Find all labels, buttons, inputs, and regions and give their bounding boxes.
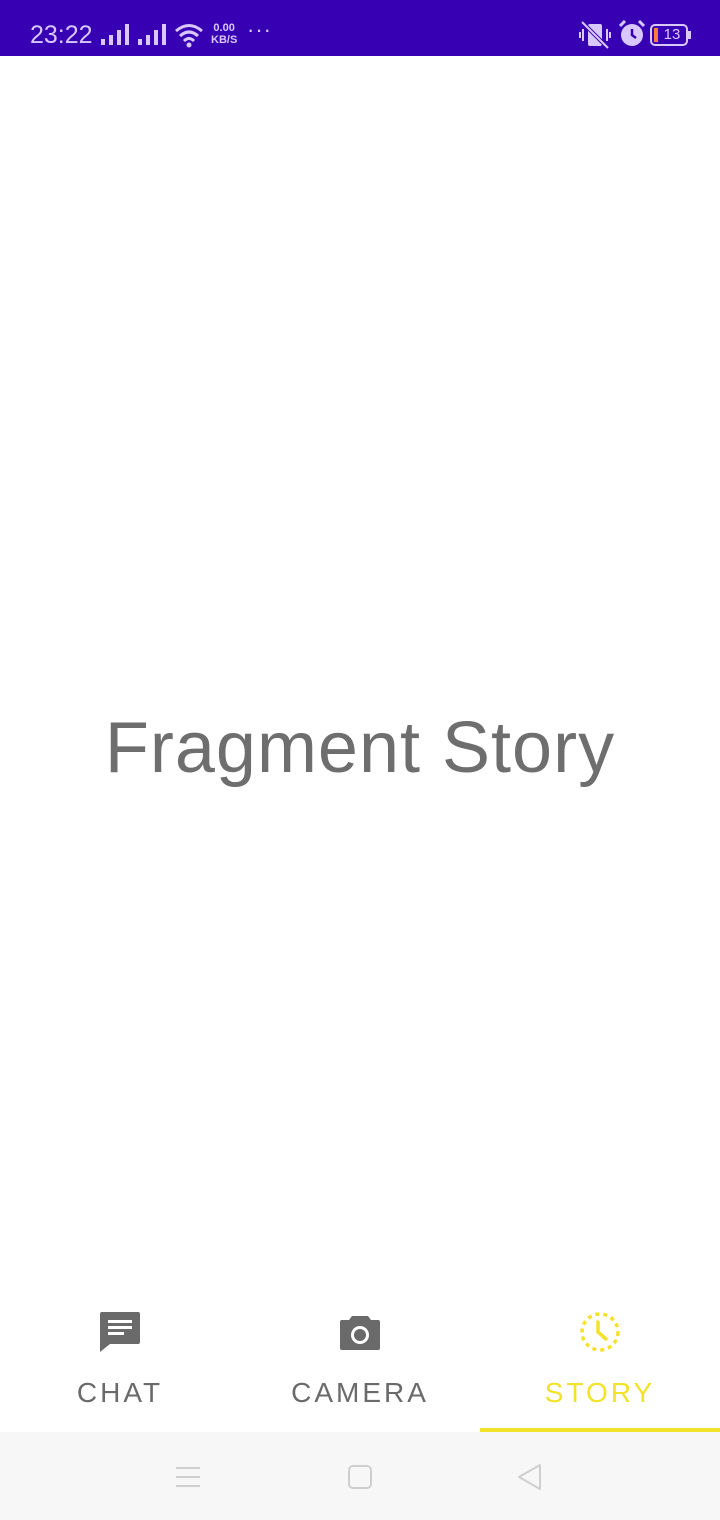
signal-icon: [101, 24, 129, 45]
network-speed-value: 0.00: [213, 22, 235, 34]
back-icon[interactable]: [515, 1462, 545, 1492]
network-speed-unit: KB/S: [211, 34, 238, 46]
tab-story[interactable]: STORY: [480, 1288, 720, 1432]
battery-level: 13: [663, 26, 681, 43]
camera-icon: [340, 1316, 380, 1350]
wifi-icon: [175, 24, 203, 48]
signal-icon: [138, 24, 166, 45]
story-icon: [580, 1312, 620, 1352]
menu-icon[interactable]: [173, 1462, 203, 1492]
fragment-container: Fragment Story: [0, 56, 720, 1288]
alarm-icon: [618, 20, 646, 46]
home-icon[interactable]: [345, 1462, 375, 1492]
chat-icon: [100, 1312, 140, 1352]
tab-story-label: STORY: [544, 1377, 656, 1408]
system-nav-bar: [0, 1432, 720, 1520]
fragment-title: Fragment Story: [104, 708, 616, 788]
more-notifications-icon: ···: [247, 17, 272, 42]
tab-camera-label: CAMERA: [291, 1377, 429, 1408]
tab-chat[interactable]: CHAT: [0, 1288, 240, 1432]
status-time: 23:22: [30, 21, 93, 49]
status-bar: 23:22 0.00 KB/S ··· 13: [0, 0, 720, 56]
tab-chat-label: CHAT: [76, 1377, 164, 1408]
tab-camera[interactable]: CAMERA: [240, 1288, 480, 1432]
network-speed: 0.00 KB/S: [211, 22, 237, 46]
bottom-tab-bar: CHAT CAMERA STORY: [0, 1288, 720, 1432]
vibrate-off-icon: [579, 21, 611, 49]
